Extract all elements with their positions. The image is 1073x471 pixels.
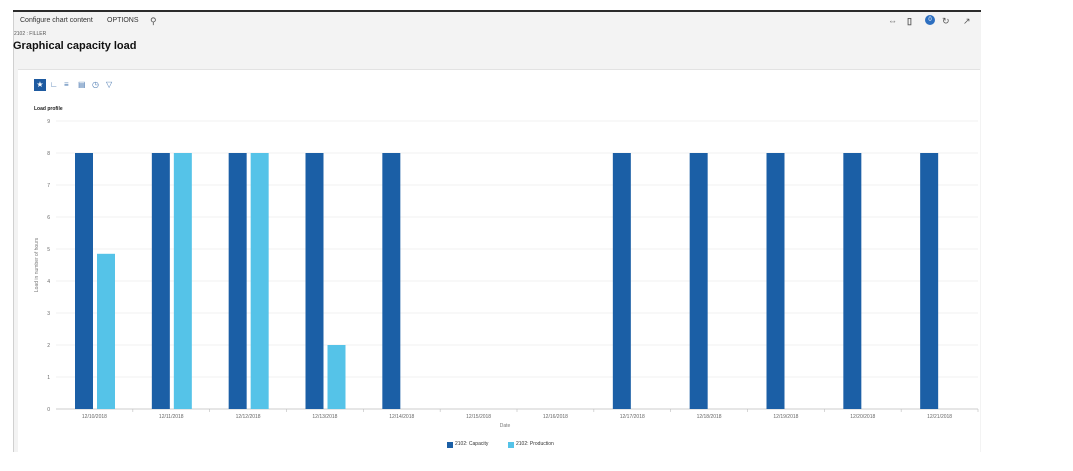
- x-tick-label: 12/11/2018: [159, 414, 184, 420]
- y-tick-label: 3: [47, 311, 50, 317]
- bar-capacity: [75, 153, 93, 409]
- bar-capacity: [151, 153, 170, 409]
- x-tick-label: 12/15/2018: [466, 414, 491, 420]
- y-tick-label: 2: [47, 343, 50, 349]
- y-tick-label: 9: [47, 119, 50, 125]
- bar-capacity: [766, 153, 785, 409]
- y-axis-title: Load in number of hours: [34, 237, 40, 292]
- y-tick-label: 1: [47, 375, 50, 381]
- legend-label-capacity[interactable]: 2102: Capacity: [455, 441, 488, 447]
- bar-capacity: [612, 153, 631, 409]
- x-tick-label: 12/19/2018: [773, 414, 798, 420]
- x-axis-title: Date: [500, 423, 511, 429]
- y-tick-label: 8: [47, 151, 50, 157]
- bar-production: [250, 153, 269, 409]
- legend-label-production[interactable]: 2102: Production: [516, 441, 554, 447]
- legend-swatch-production: [508, 442, 514, 448]
- x-tick-label: 12/12/2018: [236, 414, 261, 420]
- bar-capacity: [843, 153, 862, 409]
- x-tick-label: 12/18/2018: [697, 414, 722, 420]
- y-tick-label: 6: [47, 215, 50, 221]
- y-tick-label: 0: [47, 407, 50, 413]
- x-tick-label: 12/16/2018: [543, 414, 568, 420]
- x-tick-label: 12/21/2018: [927, 414, 952, 420]
- bar-capacity: [382, 153, 401, 409]
- x-tick-label: 12/17/2018: [620, 414, 645, 420]
- bar-production: [97, 253, 115, 409]
- bar-capacity: [228, 153, 247, 409]
- y-tick-label: 5: [47, 247, 50, 253]
- x-tick-label: 12/20/2018: [850, 414, 875, 420]
- bar-capacity: [920, 153, 939, 409]
- bar-capacity: [305, 153, 324, 409]
- x-tick-label: 12/14/2018: [389, 414, 414, 420]
- x-tick-label: 12/10/2018: [82, 414, 107, 420]
- x-tick-label: 12/13/2018: [312, 414, 337, 420]
- bar-production: [173, 153, 192, 409]
- legend-swatch-capacity: [447, 442, 453, 448]
- bar-production: [327, 345, 346, 409]
- bar-capacity: [689, 153, 708, 409]
- load-profile-chart: 0 1 2 3 4 5 6 7 8 9 Load in number of hours 12/10/2…: [34, 119, 979, 429]
- y-tick-label: 4: [47, 279, 50, 285]
- y-tick-label: 7: [47, 183, 50, 189]
